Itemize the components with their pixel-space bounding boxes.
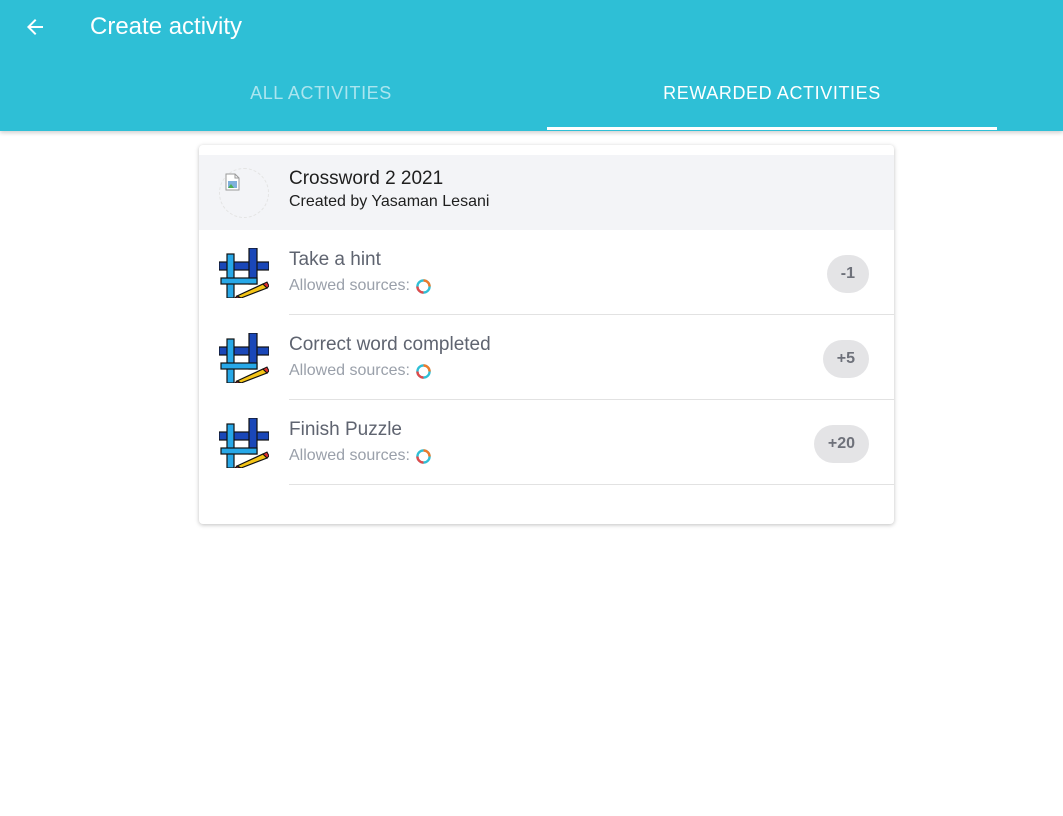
allowed-sources: Allowed sources: xyxy=(289,362,431,380)
back-button[interactable] xyxy=(18,10,52,44)
source-logo-icon xyxy=(416,448,431,464)
activity-row[interactable]: Take a hint Allowed sources: -1 xyxy=(199,230,894,315)
broken-image-icon xyxy=(225,173,240,191)
activity-row[interactable]: Finish Puzzle Allowed sources: +20 xyxy=(199,400,894,485)
allowed-sources: Allowed sources: xyxy=(289,277,431,295)
active-tab-indicator xyxy=(547,127,997,130)
app-bar: Create activity ALL ACTIVITIES REWARDED … xyxy=(0,0,1063,131)
tab-rewarded-activities[interactable]: REWARDED ACTIVITIES xyxy=(547,60,997,131)
crossword-pencil-icon xyxy=(219,333,269,383)
activity-name: Take a hint xyxy=(289,249,381,270)
game-creator: Created by Yasaman Lesani xyxy=(289,193,490,210)
row-divider xyxy=(289,484,894,485)
activity-name: Correct word completed xyxy=(289,334,491,355)
source-logo-icon xyxy=(416,278,431,294)
points-badge: +20 xyxy=(813,425,869,463)
game-header: Crossword 2 2021 Created by Yasaman Lesa… xyxy=(199,155,894,230)
points-badge: -1 xyxy=(826,255,869,293)
tab-all-activities[interactable]: ALL ACTIVITIES xyxy=(96,60,546,131)
source-logo-icon xyxy=(416,363,431,379)
activity-card: Crossword 2 2021 Created by Yasaman Lesa… xyxy=(199,145,894,524)
activity-name: Finish Puzzle xyxy=(289,419,402,440)
crossword-pencil-icon xyxy=(219,248,269,298)
game-image xyxy=(219,168,269,218)
allowed-sources-label: Allowed sources: xyxy=(289,447,410,464)
arrow-left-icon xyxy=(27,19,43,35)
game-title: Crossword 2 2021 xyxy=(289,168,444,189)
crossword-pencil-icon xyxy=(219,418,269,468)
page-title: Create activity xyxy=(90,13,243,40)
allowed-sources-label: Allowed sources: xyxy=(289,277,410,294)
allowed-sources: Allowed sources: xyxy=(289,447,431,465)
activity-row[interactable]: Correct word completed Allowed sources: … xyxy=(199,315,894,400)
allowed-sources-label: Allowed sources: xyxy=(289,362,410,379)
points-badge: +5 xyxy=(822,340,869,378)
